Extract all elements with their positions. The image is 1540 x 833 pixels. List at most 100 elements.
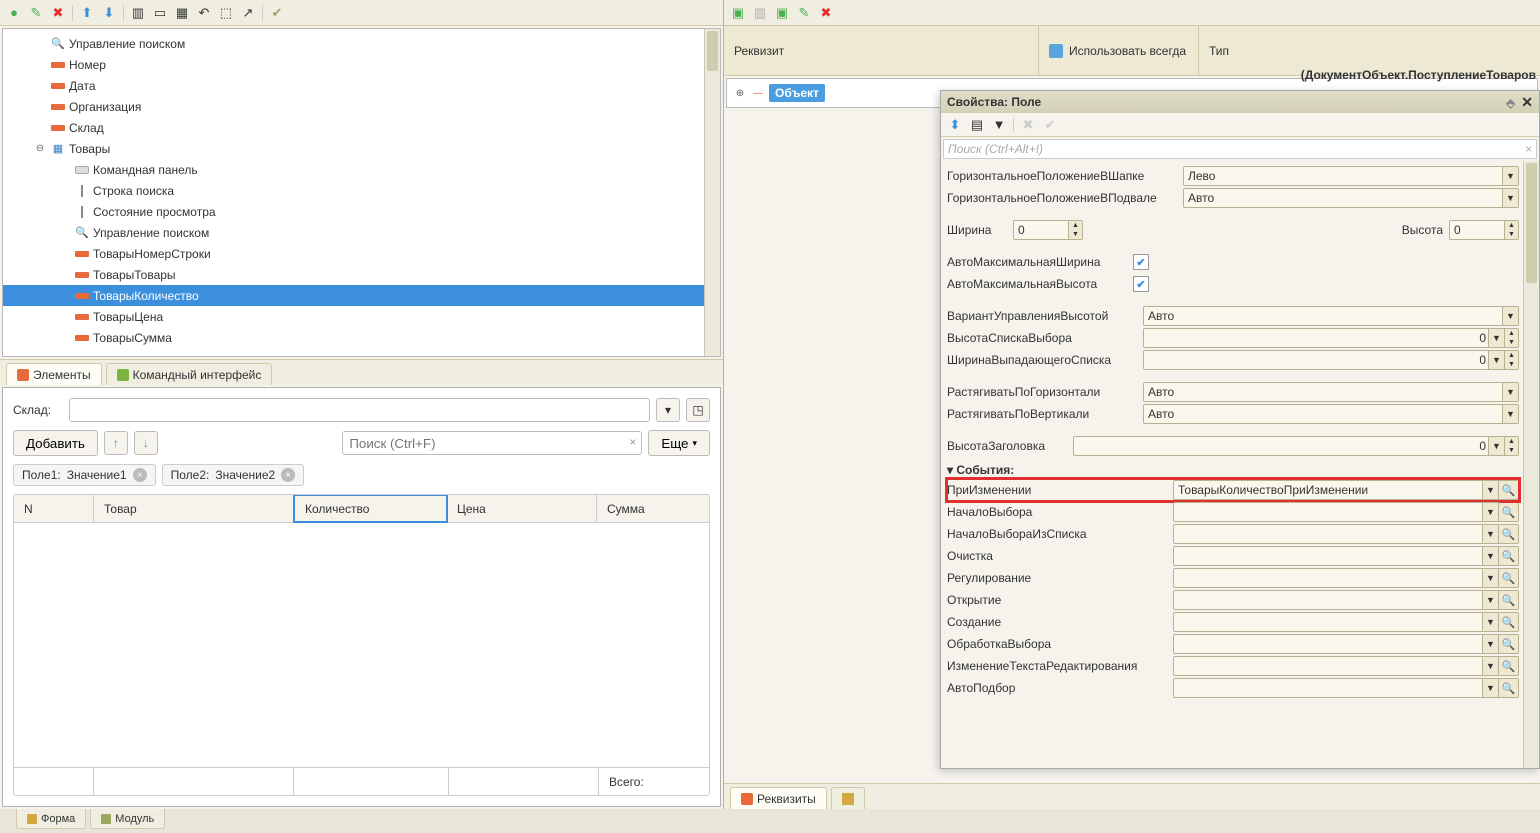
apply-icon[interactable]: ✔ — [1040, 115, 1060, 135]
tb-icon[interactable]: ▭ — [150, 3, 170, 23]
elements-tree[interactable]: 🔍Управление поискомНомерДатаОрганизацияС… — [2, 28, 721, 357]
prop-spinner[interactable]: 0▼▲▼ — [1143, 350, 1519, 370]
clear-icon[interactable]: × — [629, 435, 636, 449]
tb-icon[interactable]: ↶ — [194, 3, 214, 23]
clear-icon[interactable]: ✖ — [1018, 115, 1038, 135]
tree-node[interactable]: Номер — [3, 54, 720, 75]
chevron-down-icon[interactable]: ▼ — [1502, 189, 1518, 207]
close-icon[interactable]: ✕ — [1521, 94, 1533, 110]
close-icon[interactable]: × — [281, 468, 295, 482]
tree-node[interactable]: ТоварыЦена — [3, 306, 720, 327]
search-icon[interactable]: 🔍 — [1499, 678, 1519, 698]
chevron-down-icon[interactable]: ▼ — [1482, 657, 1498, 675]
tree-node[interactable]: Строка поиска — [3, 180, 720, 201]
event-input[interactable]: ▼ — [1173, 590, 1499, 610]
tree-node[interactable]: Склад — [3, 117, 720, 138]
add-button[interactable]: Добавить — [13, 430, 98, 456]
event-input[interactable]: ▼ — [1173, 612, 1499, 632]
chevron-down-icon[interactable]: ▼ — [1482, 503, 1498, 521]
chevron-down-icon[interactable]: ▼ — [1502, 405, 1518, 423]
down-icon[interactable]: ↓ — [134, 431, 158, 455]
event-input[interactable]: ▼ — [1173, 656, 1499, 676]
col-cena[interactable]: Цена — [447, 495, 597, 522]
chevron-down-icon[interactable]: ▼ — [1482, 613, 1498, 631]
tree-node[interactable]: Состояние просмотра — [3, 201, 720, 222]
delete-icon[interactable]: ✖ — [48, 3, 68, 23]
expand-icon[interactable]: ⊕ — [733, 86, 747, 100]
tree-node[interactable]: Командная панель — [3, 159, 720, 180]
col-use[interactable]: Использовать всегда — [1039, 26, 1199, 75]
clear-icon[interactable]: × — [1525, 142, 1532, 156]
category-icon[interactable]: ▤ — [967, 115, 987, 135]
filter-icon[interactable]: ▼ — [989, 115, 1009, 135]
prop-spinner[interactable]: 0▲▼ — [1013, 220, 1083, 240]
tb-icon[interactable]: ↗ — [238, 3, 258, 23]
search-icon[interactable]: 🔍 — [1499, 612, 1519, 632]
prop-dropdown[interactable]: Авто▼ — [1143, 382, 1519, 402]
tree-node[interactable]: Дата — [3, 75, 720, 96]
prop-dropdown[interactable]: Авто▼ — [1143, 404, 1519, 424]
add-icon[interactable]: ● — [4, 3, 24, 23]
prop-dropdown[interactable]: Авто▼ — [1143, 306, 1519, 326]
chevron-down-icon[interactable]: ▼ — [1502, 383, 1518, 401]
collapse-icon[interactable]: ⊖ — [33, 142, 47, 156]
tb-icon[interactable]: ▦ — [172, 3, 192, 23]
event-input[interactable]: ▼ — [1173, 568, 1499, 588]
sklad-input[interactable] — [69, 398, 650, 422]
tb-icon[interactable]: ▥ — [128, 3, 148, 23]
tree-node[interactable]: Организация — [3, 96, 720, 117]
close-icon[interactable]: × — [133, 468, 147, 482]
tab-module[interactable]: Модуль — [90, 809, 165, 829]
search-icon[interactable]: 🔍 — [1499, 590, 1519, 610]
chevron-down-icon[interactable]: ▼ — [1502, 307, 1518, 325]
search-icon[interactable]: 🔍 — [1499, 480, 1519, 500]
prop-checkbox[interactable]: ✔ — [1133, 254, 1149, 270]
prop-spinner[interactable]: 0▼▲▼ — [1143, 328, 1519, 348]
chevron-down-icon[interactable]: ▼ — [1482, 591, 1498, 609]
tree-node[interactable]: 🔍Управление поиском — [3, 33, 720, 54]
col-tovar[interactable]: Товар — [94, 495, 294, 522]
goods-table[interactable]: N Товар Количество Цена Сумма Всего: — [13, 494, 710, 796]
search-icon[interactable]: 🔍 — [1499, 568, 1519, 588]
check-icon[interactable]: ✔ — [267, 3, 287, 23]
chevron-down-icon[interactable]: ▼ — [1482, 525, 1498, 543]
chevron-down-icon[interactable]: ▼ — [1482, 635, 1498, 653]
tree-node[interactable]: ТоварыТовары — [3, 264, 720, 285]
prop-dropdown[interactable]: Авто▼ — [1183, 188, 1519, 208]
edit-icon[interactable]: ✎ — [26, 3, 46, 23]
col-n[interactable]: N — [14, 495, 94, 522]
chevron-down-icon[interactable]: ▼ — [1482, 569, 1498, 587]
pin-icon[interactable]: ⬘ — [1506, 96, 1515, 110]
search-input[interactable] — [342, 431, 642, 455]
col-rekvizit[interactable]: Реквизит — [724, 26, 1039, 75]
event-input[interactable]: ТоварыКоличествоПриИзменении▼ — [1173, 480, 1499, 500]
col-kolichestvo[interactable]: Количество — [293, 494, 448, 523]
tree-node[interactable]: ТоварыНомерСтроки — [3, 243, 720, 264]
tab-elements[interactable]: Элементы — [6, 363, 102, 385]
chevron-down-icon[interactable]: ▼ — [1482, 547, 1498, 565]
search-icon[interactable]: 🔍 — [1499, 656, 1519, 676]
tree-node[interactable]: ⊖▦Товары — [3, 138, 720, 159]
event-input[interactable]: ▼ — [1173, 634, 1499, 654]
search-icon[interactable]: 🔍 — [1499, 502, 1519, 522]
edit-icon[interactable]: ✎ — [794, 3, 814, 23]
object-node[interactable]: Объект — [769, 84, 825, 102]
scrollbar[interactable] — [1523, 161, 1539, 768]
scrollbar[interactable] — [704, 29, 720, 356]
tb-icon[interactable]: ▥ — [750, 3, 770, 23]
tb-icon[interactable]: ▣ — [772, 3, 792, 23]
prop-spinner[interactable]: 0▼▲▼ — [1073, 436, 1519, 456]
tab-other[interactable] — [831, 787, 865, 809]
down-icon[interactable]: ⬇ — [99, 3, 119, 23]
tree-node[interactable]: ТоварыКоличество — [3, 285, 720, 306]
event-input[interactable]: ▼ — [1173, 678, 1499, 698]
tab-form[interactable]: Форма — [16, 809, 86, 829]
dropdown-icon[interactable]: ▾ — [656, 398, 680, 422]
add-icon[interactable]: ▣ — [728, 3, 748, 23]
search-icon[interactable]: 🔍 — [1499, 546, 1519, 566]
chevron-down-icon[interactable]: ▼ — [1502, 167, 1518, 185]
event-input[interactable]: ▼ — [1173, 524, 1499, 544]
delete-icon[interactable]: ✖ — [816, 3, 836, 23]
tb-icon[interactable]: ⬚ — [216, 3, 236, 23]
prop-checkbox[interactable]: ✔ — [1133, 276, 1149, 292]
